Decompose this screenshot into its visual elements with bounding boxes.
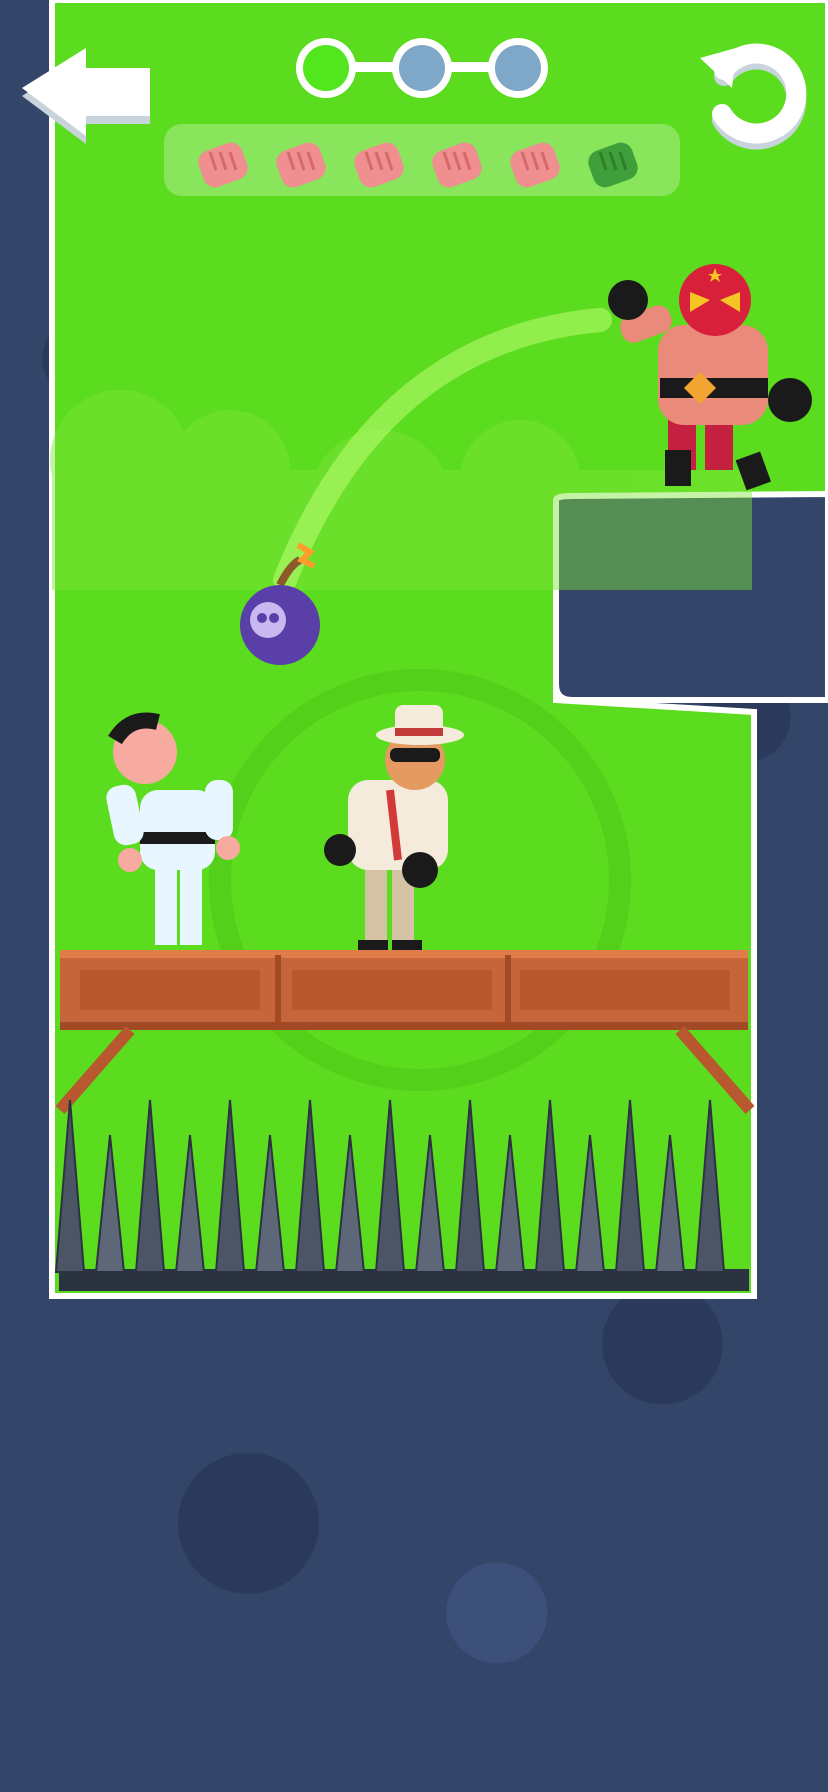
fist-icon bbox=[510, 142, 560, 188]
fist-used-icon bbox=[588, 142, 638, 188]
restart-icon bbox=[700, 43, 807, 150]
restart-button[interactable] bbox=[696, 36, 814, 154]
arrow-left-icon bbox=[22, 48, 150, 144]
level-progress bbox=[292, 36, 552, 104]
fist-icon bbox=[354, 142, 404, 188]
playfield bbox=[49, 0, 828, 1299]
back-button[interactable] bbox=[18, 48, 158, 148]
fist-icon bbox=[276, 142, 326, 188]
fist-icon bbox=[198, 142, 248, 188]
punch-counter bbox=[164, 124, 680, 196]
fist-icon bbox=[432, 142, 482, 188]
